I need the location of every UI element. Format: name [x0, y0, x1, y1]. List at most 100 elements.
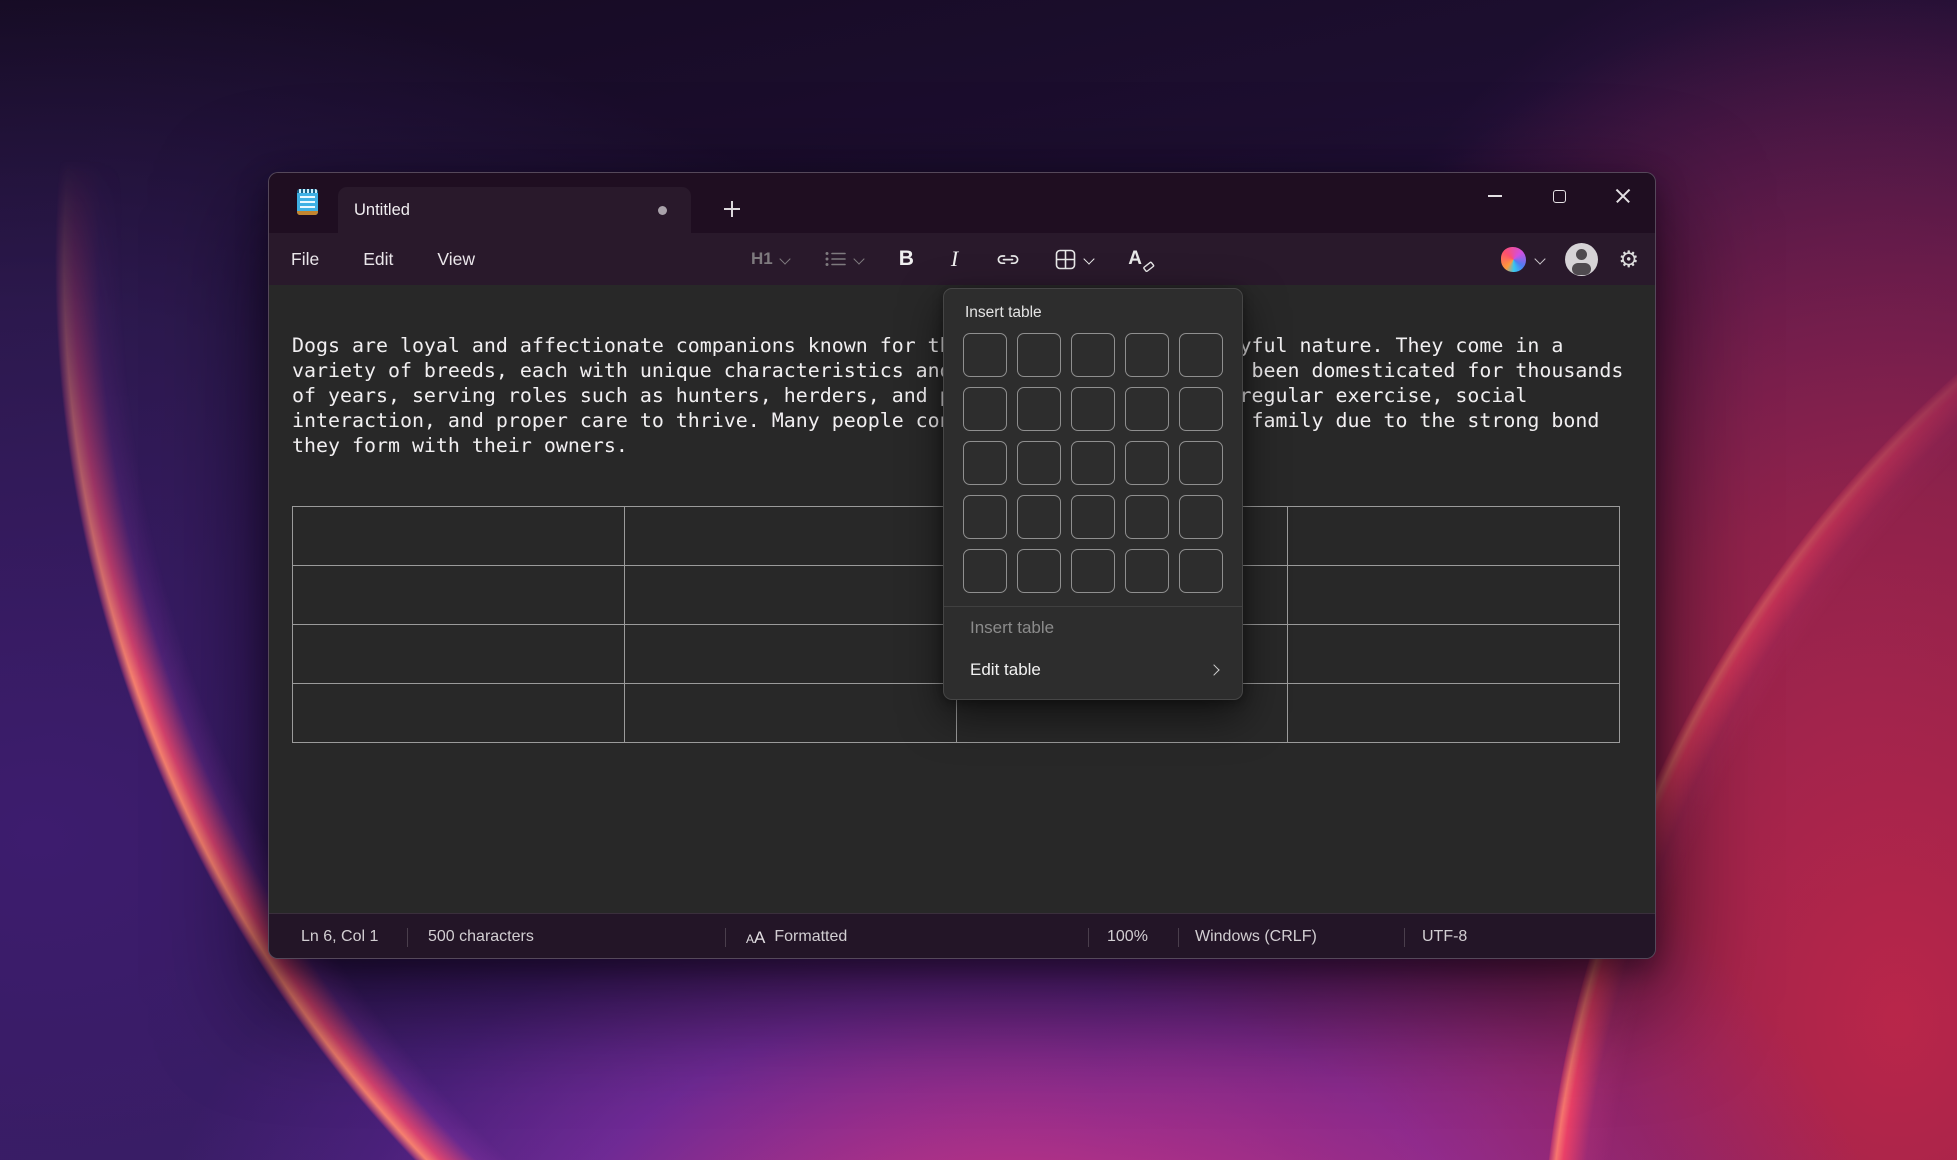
table-size-cell[interactable] — [1071, 333, 1115, 377]
table-size-cell[interactable] — [963, 333, 1007, 377]
table-size-cell[interactable] — [1125, 333, 1169, 377]
notepad-icon-base — [297, 211, 318, 215]
maximize-button[interactable] — [1527, 173, 1591, 219]
status-bar: Ln 6, Col 1 500 characters Formatted 100… — [269, 913, 1655, 959]
minimize-icon — [1488, 195, 1502, 197]
table-icon — [1055, 249, 1076, 270]
table-cell[interactable] — [293, 625, 625, 684]
titlebar-right-tools: ⚙ — [1501, 243, 1639, 276]
link-icon — [995, 252, 1021, 267]
table-size-grid — [963, 333, 1223, 593]
unsaved-indicator-icon — [658, 206, 667, 215]
formatted-label: Formatted — [774, 928, 847, 946]
menu-file[interactable]: File — [275, 243, 335, 276]
notepad-app-icon — [297, 189, 318, 215]
table-cell[interactable] — [624, 566, 956, 625]
table-size-cell[interactable] — [1179, 387, 1223, 431]
table-size-cell[interactable] — [1125, 387, 1169, 431]
table-size-cell[interactable] — [1179, 333, 1223, 377]
link-button[interactable] — [995, 252, 1021, 267]
minimize-button[interactable] — [1463, 173, 1527, 219]
maximize-icon — [1553, 190, 1566, 203]
account-button[interactable] — [1565, 243, 1598, 276]
formatted-indicator: Formatted — [746, 928, 1088, 946]
menu-item-insert-table: Insert table — [944, 607, 1242, 649]
table-size-cell[interactable] — [1125, 549, 1169, 593]
character-count: 500 characters — [428, 928, 725, 946]
settings-gear-icon[interactable]: ⚙ — [1618, 248, 1639, 271]
heading-style-label: H1 — [751, 249, 773, 269]
chevron-down-icon — [1534, 254, 1545, 265]
table-cell[interactable] — [1288, 684, 1620, 743]
copilot-button[interactable] — [1501, 247, 1545, 272]
bold-button[interactable]: B — [899, 247, 914, 271]
list-button[interactable] — [825, 251, 865, 267]
line-ending-indicator: Windows (CRLF) — [1195, 928, 1404, 946]
table-size-cell[interactable] — [1071, 387, 1115, 431]
person-icon-body — [1572, 263, 1591, 275]
chevron-down-icon — [1083, 254, 1094, 265]
menubar: File Edit View — [275, 243, 491, 276]
table-size-cell[interactable] — [1179, 441, 1223, 485]
clear-formatting-icon: A — [1128, 248, 1152, 270]
table-size-cell[interactable] — [1017, 333, 1061, 377]
table-cell[interactable] — [293, 684, 625, 743]
table-size-cell[interactable] — [1071, 495, 1115, 539]
table-cell[interactable] — [293, 566, 625, 625]
table-size-cell[interactable] — [1071, 441, 1115, 485]
table-cell[interactable] — [624, 507, 956, 566]
table-size-cell[interactable] — [1017, 495, 1061, 539]
copilot-icon — [1501, 247, 1526, 272]
table-size-cell[interactable] — [963, 495, 1007, 539]
window-controls — [1463, 173, 1655, 219]
statusbar-divider — [407, 928, 408, 947]
statusbar-divider — [1088, 928, 1089, 947]
formatted-aA-icon — [746, 929, 765, 946]
close-button[interactable] — [1591, 173, 1655, 219]
menu-view[interactable]: View — [421, 243, 491, 276]
table-size-cell[interactable] — [1125, 441, 1169, 485]
table-size-cell[interactable] — [1179, 549, 1223, 593]
table-size-cell[interactable] — [1017, 441, 1061, 485]
table-cell[interactable] — [293, 507, 625, 566]
desktop: Untitled File Edit View H1 — [0, 0, 1957, 1160]
table-size-cell[interactable] — [963, 549, 1007, 593]
table-cell[interactable] — [624, 684, 956, 743]
table-size-cell[interactable] — [1017, 549, 1061, 593]
chevron-down-icon — [854, 254, 865, 265]
table-size-cell[interactable] — [963, 441, 1007, 485]
table-size-cell[interactable] — [1017, 387, 1061, 431]
tab-title: Untitled — [354, 201, 410, 220]
table-size-cell[interactable] — [1125, 495, 1169, 539]
table-size-cell[interactable] — [1071, 549, 1115, 593]
menu-edit[interactable]: Edit — [347, 243, 409, 276]
table-cell[interactable] — [624, 625, 956, 684]
italic-button[interactable]: I — [948, 246, 961, 272]
notepad-icon-lines — [300, 196, 315, 209]
titlebar: Untitled — [269, 173, 1655, 233]
table-cell[interactable] — [1288, 566, 1620, 625]
menu-item-edit-table[interactable]: Edit table — [944, 649, 1242, 691]
bullet-list-icon — [825, 251, 847, 267]
command-bar: File Edit View H1 B I — [269, 233, 1655, 285]
statusbar-divider — [1404, 928, 1405, 947]
dropdown-title: Insert table — [965, 304, 1242, 322]
table-size-cell[interactable] — [963, 387, 1007, 431]
chevron-down-icon — [780, 254, 791, 265]
table-cell[interactable] — [1288, 507, 1620, 566]
italic-icon: I — [948, 246, 961, 272]
notepad-icon-spiral — [297, 189, 318, 193]
new-tab-button[interactable] — [717, 194, 747, 224]
table-cell[interactable] — [1288, 625, 1620, 684]
clear-formatting-button[interactable]: A — [1128, 248, 1152, 270]
heading-style-button[interactable]: H1 — [751, 249, 791, 269]
tab-untitled[interactable]: Untitled — [338, 187, 691, 233]
encoding-indicator: UTF-8 — [1422, 928, 1467, 946]
table-size-cell[interactable] — [1179, 495, 1223, 539]
menu-item-label: Insert table — [970, 618, 1054, 638]
bold-icon: B — [899, 247, 914, 271]
table-button[interactable] — [1055, 249, 1094, 270]
cursor-position: Ln 6, Col 1 — [301, 928, 407, 946]
menu-item-label: Edit table — [970, 660, 1041, 680]
person-icon — [1576, 249, 1587, 260]
